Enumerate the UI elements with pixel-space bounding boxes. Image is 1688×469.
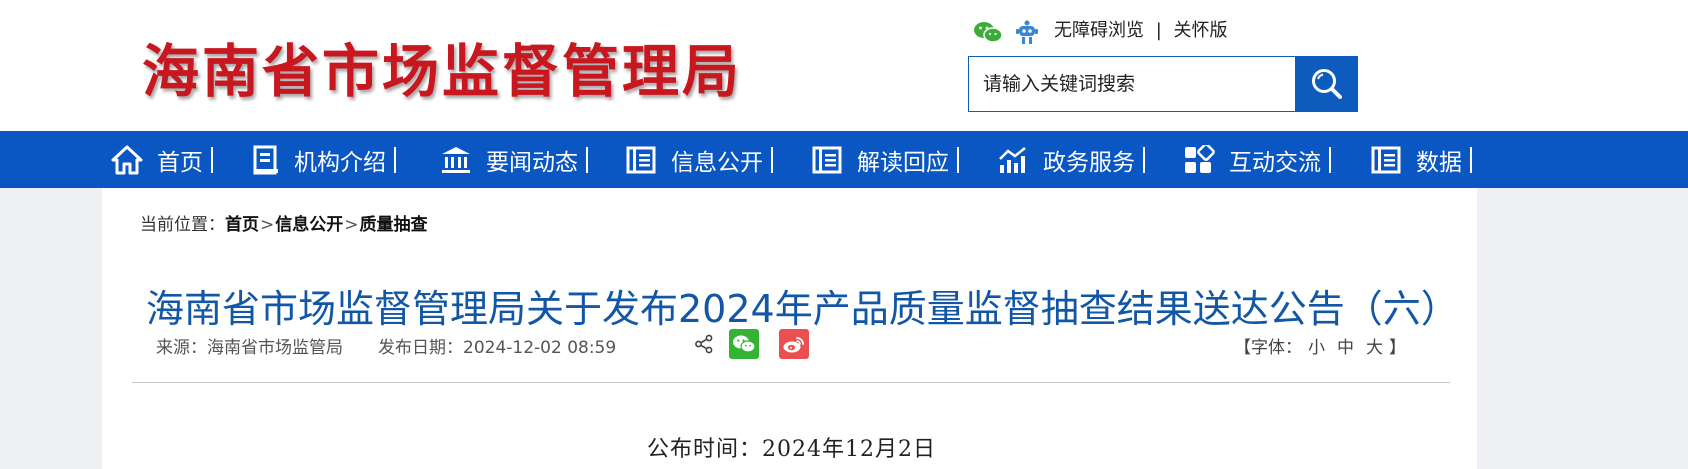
font-size-large[interactable]: 大: [1366, 338, 1383, 358]
nav-separator: [211, 146, 213, 173]
site-header: 海南省市场监督管理局 无障碍浏览 | 关怀版: [0, 0, 1688, 131]
article-publish-date: 发布日期：2024-12-02 08:59: [378, 338, 617, 358]
nav-separator: [771, 146, 773, 173]
article-title: 海南省市场监督管理局关于发布2024年产品质量监督抽查结果送达公告（六）: [146, 287, 1459, 331]
nav-label: 互动交流: [1229, 149, 1321, 176]
elderly-mode-link[interactable]: 关怀版: [1174, 20, 1228, 41]
share-weibo-button[interactable]: [779, 329, 809, 359]
nav-item-services[interactable]: 政务服务: [997, 131, 1145, 188]
nav-item-news[interactable]: 要闻动态: [440, 131, 588, 188]
article-source: 来源：海南省市场监管局: [156, 338, 343, 358]
share-wechat-button[interactable]: [729, 329, 759, 359]
accessibility-robot-icon[interactable]: [1014, 19, 1040, 49]
nav-label: 政务服务: [1043, 149, 1135, 176]
breadcrumb-info-open[interactable]: 信息公开: [275, 215, 343, 235]
home-icon: [111, 145, 143, 174]
nav-separator: [1470, 146, 1472, 173]
nav-separator: [586, 146, 588, 173]
building-icon: [442, 146, 470, 173]
article-panel: 当前位置：首页>信息公开>质量抽查 海南省市场监督管理局关于发布2024年产品质…: [102, 188, 1477, 469]
nav-item-info-open[interactable]: 信息公开: [625, 131, 773, 188]
font-size-control: 【字体： 小中大】: [1234, 333, 1406, 358]
search-icon: [1311, 69, 1342, 99]
wechat-icon[interactable]: [973, 20, 1003, 48]
breadcrumb-home[interactable]: 首页: [225, 215, 259, 235]
breadcrumb: 当前位置：首页>信息公开>质量抽查: [140, 210, 428, 235]
share-icon[interactable]: [694, 334, 714, 359]
weibo-icon: [783, 337, 804, 353]
article-meta: 来源：海南省市场监管局 发布日期：2024-12-02 08:59 【字体： 小…: [156, 328, 1406, 360]
top-links: 无障碍浏览 | 关怀版: [1054, 16, 1228, 42]
nav-separator: [1329, 146, 1331, 173]
search-input[interactable]: [969, 57, 1289, 111]
nav-item-interaction[interactable]: 互动交流: [1183, 131, 1331, 188]
nav-item-interpret[interactable]: 解读回应: [811, 131, 959, 188]
list-icon: [1371, 146, 1401, 173]
main-nav: 首页 机构介绍 要闻动态 信息公开 解读回应 政务服务 互动交流 数据: [0, 131, 1688, 188]
font-size-medium[interactable]: 中: [1337, 338, 1354, 358]
breadcrumb-prefix: 当前位置：: [140, 215, 225, 235]
search-box: [968, 56, 1358, 112]
top-links-separator: |: [1155, 20, 1162, 41]
breadcrumb-sep: >: [260, 215, 275, 235]
accessibility-link[interactable]: 无障碍浏览: [1054, 20, 1144, 41]
font-size-open: 【字体：: [1234, 338, 1302, 358]
chart-icon: [999, 146, 1026, 173]
breadcrumb-sep: >: [344, 215, 359, 235]
apps-icon: [1185, 144, 1215, 173]
nav-label: 机构介绍: [294, 149, 386, 176]
font-size-small[interactable]: 小: [1308, 338, 1325, 358]
nav-separator: [394, 146, 396, 173]
nav-label: 数据: [1416, 149, 1462, 176]
list-icon: [626, 146, 656, 173]
nav-label: 首页: [157, 149, 203, 176]
nav-label: 信息公开: [671, 149, 763, 176]
font-size-close: 】: [1389, 338, 1406, 358]
nav-label: 解读回应: [857, 149, 949, 176]
nav-item-home[interactable]: 首页: [111, 131, 213, 188]
wechat-icon: [733, 335, 756, 353]
nav-item-data[interactable]: 数据: [1370, 131, 1472, 188]
article-publish-time: 公布时间：2024年12月2日: [647, 437, 936, 462]
site-logo[interactable]: 海南省市场监督管理局: [142, 26, 742, 108]
nav-label: 要闻动态: [486, 149, 578, 176]
nav-separator: [1143, 146, 1145, 173]
document-icon: [253, 145, 278, 174]
nav-item-about[interactable]: 机构介绍: [252, 131, 396, 188]
title-divider: [132, 382, 1450, 383]
search-button[interactable]: [1295, 56, 1358, 112]
breadcrumb-quality-check[interactable]: 质量抽查: [360, 215, 428, 235]
nav-separator: [957, 146, 959, 173]
list-icon: [812, 146, 842, 173]
